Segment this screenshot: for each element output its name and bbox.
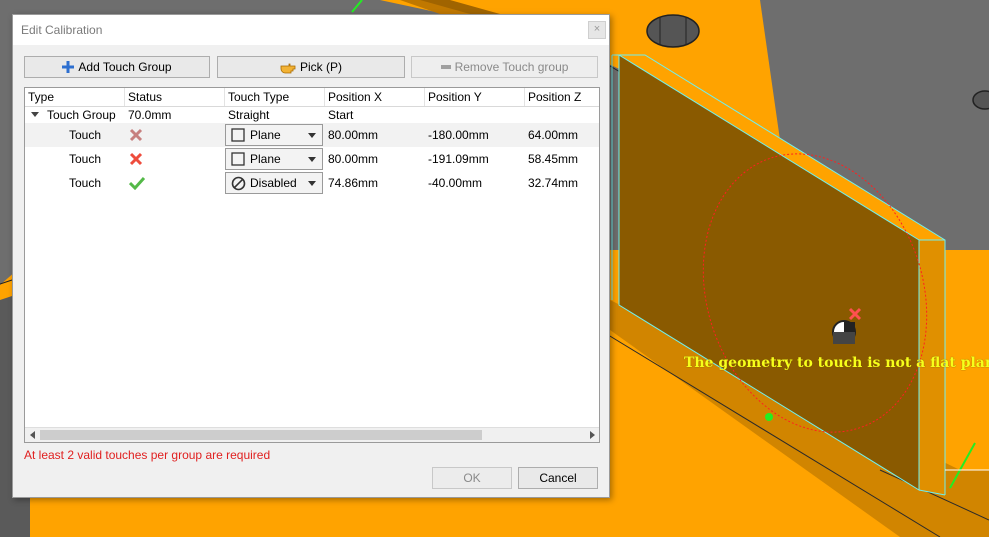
close-icon: × bbox=[593, 23, 601, 35]
add-touch-group-button[interactable]: Add Touch Group bbox=[24, 56, 210, 78]
group-touch-type: Straight bbox=[228, 108, 270, 122]
remove-touch-group-label: Remove Touch group bbox=[454, 60, 569, 74]
add-touch-group-label: Add Touch Group bbox=[78, 60, 172, 74]
horizontal-scrollbar[interactable] bbox=[25, 427, 599, 442]
group-type: Touch Group bbox=[47, 108, 116, 122]
table-row[interactable]: Touch Plane 80.00mm -191.09mm 58.45mm bbox=[25, 147, 599, 171]
touch-type-value: Disabled bbox=[250, 176, 297, 190]
column-header-position-y[interactable]: Position Y bbox=[425, 88, 525, 106]
dropdown-arrow-icon bbox=[308, 181, 316, 186]
x-mark-icon bbox=[129, 147, 143, 171]
dropdown-arrow-icon bbox=[308, 133, 316, 138]
column-header-position-z[interactable]: Position Z bbox=[525, 88, 599, 106]
ok-button[interactable]: OK bbox=[432, 467, 512, 489]
scroll-right-icon[interactable] bbox=[585, 428, 599, 442]
column-header-status[interactable]: Status bbox=[125, 88, 225, 106]
title-bar[interactable]: Edit Calibration × bbox=[13, 15, 609, 45]
edit-calibration-dialog: Edit Calibration × Add Touch Group Pick … bbox=[12, 14, 610, 498]
table-header: Type Status Touch Type Position X Positi… bbox=[25, 88, 599, 106]
scrollbar-thumb[interactable] bbox=[40, 430, 482, 440]
group-position-x: Start bbox=[328, 108, 354, 122]
table-row[interactable]: Touch Plane 80.00mm -180.00mm 64.00mm bbox=[25, 123, 599, 147]
touch-type-select[interactable]: Plane bbox=[225, 124, 323, 146]
square-icon bbox=[231, 152, 245, 166]
column-header-type[interactable]: Type bbox=[25, 88, 125, 106]
row-type: Touch bbox=[69, 128, 102, 142]
minus-icon bbox=[440, 65, 451, 69]
position-y: -191.09mm bbox=[428, 152, 489, 166]
validation-error-message: At least 2 valid touches per group are r… bbox=[24, 448, 271, 462]
position-x: 74.86mm bbox=[328, 176, 379, 190]
collapse-arrow-icon[interactable] bbox=[31, 107, 39, 123]
position-z: 64.00mm bbox=[528, 128, 579, 142]
row-type: Touch bbox=[69, 152, 102, 166]
column-header-touch-type[interactable]: Touch Type bbox=[225, 88, 325, 106]
viewport-warning-message: The geometry to touch is not a flat plan… bbox=[684, 355, 989, 371]
touch-table[interactable]: Type Status Touch Type Position X Positi… bbox=[24, 87, 600, 443]
square-icon bbox=[231, 128, 245, 142]
position-x: 80.00mm bbox=[328, 128, 379, 142]
plus-icon bbox=[62, 61, 75, 73]
touch-group-row[interactable]: Touch Group 70.0mm Straight Start bbox=[25, 107, 599, 123]
column-header-position-x[interactable]: Position X bbox=[325, 88, 425, 106]
pointing-hand-icon bbox=[280, 63, 296, 74]
touch-probe-icon bbox=[832, 320, 856, 344]
pick-label: Pick (P) bbox=[300, 60, 342, 74]
position-z: 32.74mm bbox=[528, 176, 579, 190]
pick-button[interactable]: Pick (P) bbox=[217, 56, 405, 78]
touch-type-select[interactable]: Plane bbox=[225, 148, 323, 170]
check-icon bbox=[129, 171, 145, 195]
table-row[interactable]: Touch Disabled 74.86mm -40.00mm 32.74mm bbox=[25, 171, 599, 195]
remove-touch-group-button[interactable]: Remove Touch group bbox=[411, 56, 598, 78]
close-button[interactable]: × bbox=[588, 21, 606, 39]
group-status: 70.0mm bbox=[128, 108, 172, 122]
touch-type-value: Plane bbox=[250, 152, 281, 166]
position-x: 80.00mm bbox=[328, 152, 379, 166]
x-mark-icon bbox=[129, 123, 143, 147]
position-y: -180.00mm bbox=[428, 128, 489, 142]
touch-type-select[interactable]: Disabled bbox=[225, 172, 323, 194]
cancel-button[interactable]: Cancel bbox=[518, 467, 598, 489]
row-type: Touch bbox=[69, 176, 102, 190]
position-z: 58.45mm bbox=[528, 152, 579, 166]
position-y: -40.00mm bbox=[428, 176, 483, 190]
dropdown-arrow-icon bbox=[308, 157, 316, 162]
dialog-title: Edit Calibration bbox=[21, 23, 103, 37]
scroll-left-icon[interactable] bbox=[25, 428, 39, 442]
prohibited-icon bbox=[231, 176, 246, 191]
touch-type-value: Plane bbox=[250, 128, 281, 142]
